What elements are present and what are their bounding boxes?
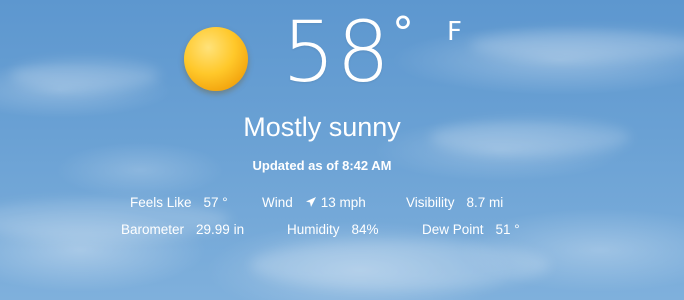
- barometer-label: Barometer: [121, 222, 185, 237]
- detail-barometer: Barometer 29.99 in: [121, 221, 244, 239]
- sun-icon: [184, 27, 248, 91]
- detail-visibility: Visibility 8.7 mi: [406, 194, 503, 212]
- temperature-unit[interactable]: F: [447, 16, 462, 48]
- wind-direction-arrow-icon: [305, 195, 317, 207]
- weather-panel: 58 ° F Mostly sunny Updated as of 8:42 A…: [0, 0, 684, 300]
- visibility-value: 8.7 mi: [466, 195, 504, 210]
- updated-timestamp: Updated as of 8:42 AM: [252, 158, 392, 173]
- feels-like-label: Feels Like: [130, 195, 192, 210]
- degree-symbol: °: [392, 8, 414, 59]
- current-temperature: 58: [282, 3, 391, 101]
- detail-dew-point: Dew Point 51 °: [422, 221, 520, 239]
- dew-point-value: 51 °: [495, 222, 520, 237]
- humidity-value: 84%: [351, 222, 379, 237]
- detail-feels-like: Feels Like 57 °: [130, 194, 228, 212]
- wind-value: 13 mph: [320, 195, 366, 210]
- wind-label: Wind: [262, 195, 293, 210]
- detail-wind: Wind 13 mph: [262, 194, 366, 212]
- detail-humidity: Humidity 84%: [287, 221, 379, 239]
- cloud-wisp: [10, 60, 160, 90]
- humidity-label: Humidity: [287, 222, 340, 237]
- dew-point-label: Dew Point: [422, 222, 484, 237]
- feels-like-value: 57 °: [203, 195, 228, 210]
- cloud-wisp: [250, 240, 550, 290]
- barometer-value: 29.99 in: [196, 222, 245, 237]
- weather-condition: Mostly sunny: [243, 112, 401, 142]
- cloud-wisp: [470, 30, 684, 60]
- visibility-label: Visibility: [406, 195, 455, 210]
